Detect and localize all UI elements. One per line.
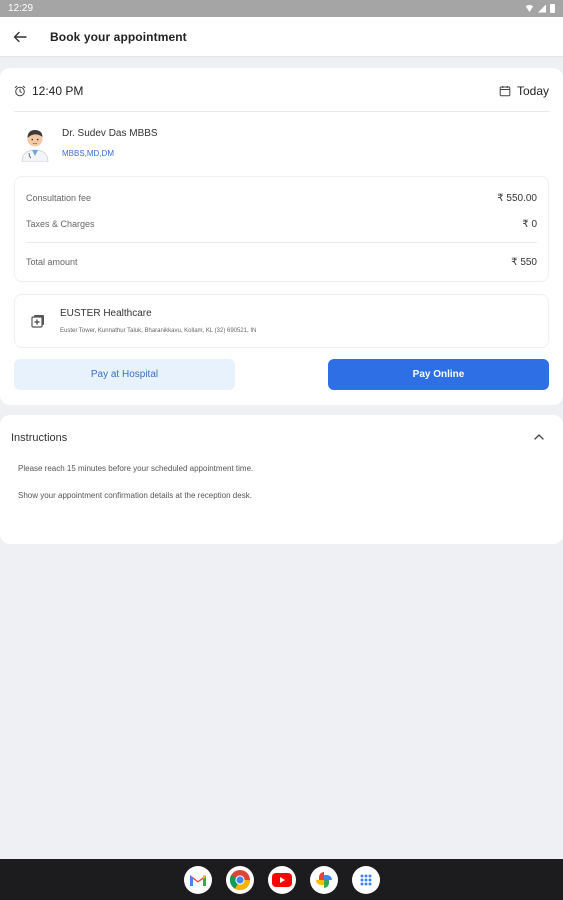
- doctor-qualification: MBBS,MD,DM: [62, 149, 114, 158]
- taxes-value: ₹ 0: [522, 219, 537, 230]
- divider: [14, 111, 549, 112]
- consultation-fee-value: ₹ 550.00: [497, 193, 537, 204]
- app-drawer-button[interactable]: [351, 865, 380, 894]
- appointment-card: 12:40 PM Today Dr. Sudev Das MBBS MBBS,M…: [0, 68, 563, 405]
- hospital-address: Euster Tower, Kunnathur Taluk, Bharanikk…: [60, 328, 257, 334]
- status-icons: [525, 4, 555, 13]
- gmail-app-button[interactable]: [183, 865, 212, 894]
- total-value: ₹ 550: [511, 257, 537, 268]
- status-time: 12:29: [8, 3, 34, 14]
- photos-app-button[interactable]: [309, 865, 338, 894]
- date-selector[interactable]: Today: [499, 84, 549, 98]
- consultation-fee-row: Consultation fee ₹ 550.00: [26, 193, 537, 204]
- chevron-up-icon[interactable]: [531, 429, 547, 445]
- youtube-app-button[interactable]: [267, 865, 296, 894]
- doctor-name: Dr. Sudev Das MBBS: [62, 128, 158, 139]
- app-bar: Book your appointment: [0, 17, 563, 57]
- arrow-left-icon: [13, 31, 27, 42]
- chrome-icon: [229, 869, 250, 890]
- pay-at-hospital-button[interactable]: Pay at Hospital: [14, 359, 235, 390]
- calendar-icon: [499, 86, 511, 97]
- divider: [26, 242, 537, 243]
- hospital-name: EUSTER Healthcare: [60, 308, 152, 319]
- hospital-info: EUSTER Healthcare Euster Tower, Kunnathu…: [14, 294, 549, 348]
- appointment-time: 12:40 PM: [32, 84, 84, 98]
- signal-icon: [538, 4, 546, 13]
- instruction-item: Please reach 15 minutes before your sche…: [18, 464, 254, 473]
- photos-icon: [315, 871, 332, 888]
- consultation-fee-label: Consultation fee: [26, 193, 92, 203]
- hospital-icon: [31, 315, 44, 328]
- taskbar: [0, 859, 563, 900]
- pay-online-button[interactable]: Pay Online: [328, 359, 549, 390]
- back-button[interactable]: [0, 17, 40, 57]
- status-bar: 12:29: [0, 0, 563, 17]
- instructions-title: Instructions: [11, 432, 68, 444]
- youtube-icon: [271, 872, 292, 887]
- appointment-time-row: 12:40 PM Today: [14, 81, 549, 101]
- wifi-icon: [525, 5, 534, 12]
- taxes-row: Taxes & Charges ₹ 0: [26, 219, 537, 230]
- page-title: Book your appointment: [50, 29, 187, 44]
- chrome-app-button[interactable]: [225, 865, 254, 894]
- taxes-label: Taxes & Charges: [26, 219, 95, 229]
- doctor-avatar: [18, 126, 52, 163]
- doctor-info: Dr. Sudev Das MBBS MBBS,MD,DM: [18, 126, 158, 163]
- alarm-clock-icon: [14, 85, 26, 97]
- battery-icon: [550, 4, 555, 13]
- fee-summary: Consultation fee ₹ 550.00 Taxes & Charge…: [14, 176, 549, 282]
- gmail-icon: [189, 874, 206, 886]
- total-label: Total amount: [26, 257, 78, 267]
- appointment-day: Today: [516, 84, 549, 98]
- total-row: Total amount ₹ 550: [26, 257, 537, 268]
- instruction-item: Show your appointment confirmation detai…: [18, 491, 252, 500]
- instructions-card: Instructions Please reach 15 minutes bef…: [0, 415, 563, 544]
- app-drawer-icon: [360, 874, 371, 885]
